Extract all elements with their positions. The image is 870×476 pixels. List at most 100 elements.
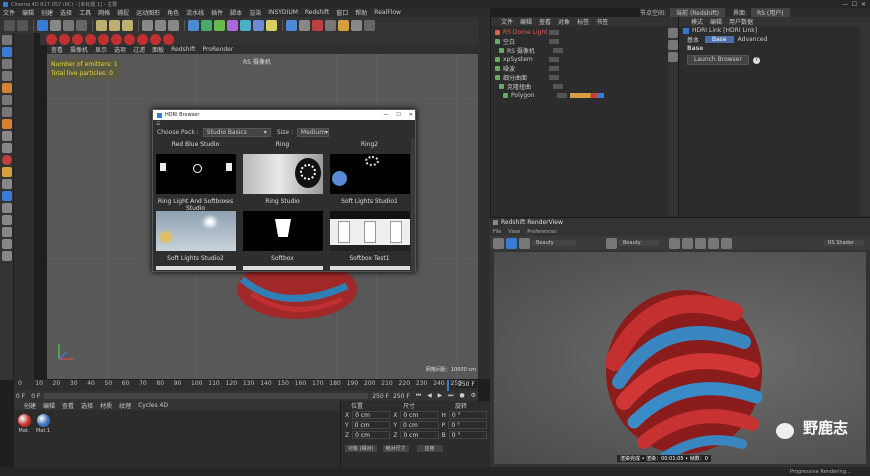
tab-basic[interactable]: 基本 bbox=[687, 35, 699, 44]
main-menu-item[interactable]: 创建 bbox=[41, 8, 53, 17]
paint-icon[interactable] bbox=[1, 167, 12, 177]
hdri-browser-menu-icon[interactable]: ☰ bbox=[153, 120, 415, 127]
visibility-toggle-icon[interactable] bbox=[549, 39, 559, 44]
material-item[interactable]: Mat. bbox=[16, 414, 32, 434]
material-menu-item[interactable]: 编辑 bbox=[43, 401, 55, 410]
rs-volume-icon[interactable] bbox=[137, 33, 148, 45]
timeline-end-marker[interactable] bbox=[447, 380, 449, 391]
object-row[interactable]: 克隆扭曲 bbox=[495, 82, 678, 91]
visibility-toggle-icon[interactable] bbox=[549, 75, 559, 80]
aov-dropdown[interactable]: Beauty bbox=[532, 240, 576, 246]
material-menu-item[interactable]: 材质 bbox=[100, 401, 112, 410]
points-mode-icon[interactable] bbox=[1, 59, 12, 69]
main-menu-item[interactable]: 网格 bbox=[98, 8, 110, 17]
scene-icon[interactable] bbox=[253, 19, 264, 31]
object-name[interactable]: xpSystem bbox=[503, 56, 549, 63]
viewport-menu-item[interactable]: 选项 bbox=[114, 45, 126, 54]
rs-light-icon[interactable] bbox=[72, 33, 83, 45]
material-tags-icon[interactable] bbox=[570, 93, 604, 98]
object-manager-menu-item[interactable]: 查看 bbox=[539, 17, 551, 26]
edges-mode-icon[interactable] bbox=[1, 71, 12, 81]
object-row[interactable]: xpSystem bbox=[495, 55, 678, 64]
object-name[interactable]: RS Dome Light bbox=[503, 29, 549, 36]
rs-sun-icon[interactable] bbox=[98, 33, 109, 45]
redo-icon[interactable] bbox=[17, 19, 28, 31]
solo-icon[interactable] bbox=[1, 215, 12, 225]
end-frame-field[interactable]: 250 F bbox=[372, 393, 389, 400]
object-manager-menu-item[interactable]: 文件 bbox=[501, 17, 513, 26]
subdivision-icon[interactable] bbox=[214, 19, 225, 31]
undo-icon[interactable] bbox=[4, 19, 15, 31]
current-frame-field[interactable]: 0 F bbox=[16, 393, 25, 400]
start-frame-field[interactable]: 0 F bbox=[31, 393, 40, 400]
coordinate-field[interactable]: 0 cm bbox=[351, 421, 391, 429]
deformer-icon[interactable] bbox=[240, 19, 251, 31]
coordinate-field[interactable]: 0 cm bbox=[400, 411, 439, 419]
main-menu-item[interactable]: 工具 bbox=[79, 8, 91, 17]
object-row[interactable]: 细分曲面 bbox=[495, 73, 678, 82]
main-menu-item[interactable]: 窗口 bbox=[336, 8, 348, 17]
realflow-icon[interactable] bbox=[325, 19, 336, 31]
crop-icon[interactable] bbox=[695, 237, 706, 249]
hdri-thumb-ring-studio[interactable] bbox=[243, 211, 323, 251]
polygons-mode-icon[interactable] bbox=[1, 83, 12, 93]
axis-mode-icon[interactable] bbox=[1, 95, 12, 105]
tweak-icon[interactable] bbox=[1, 107, 12, 117]
visibility-toggle-icon[interactable] bbox=[553, 48, 563, 53]
hdri-thumb-soft-lights-studio2[interactable] bbox=[156, 266, 236, 270]
snap-icon[interactable] bbox=[1, 119, 12, 129]
render-start-icon[interactable] bbox=[493, 237, 504, 249]
size-mode-dropdown[interactable]: 绝对尺寸 bbox=[382, 444, 409, 452]
size-dropdown[interactable]: Medium ▾ bbox=[297, 127, 330, 137]
object-name[interactable]: RS 摄像机 bbox=[507, 46, 553, 55]
xp-icon[interactable] bbox=[299, 19, 310, 31]
visibility-toggle-icon[interactable] bbox=[553, 84, 563, 89]
viewport-menu-item[interactable]: 面板 bbox=[152, 45, 164, 54]
main-menu-item[interactable]: RealFlow bbox=[374, 9, 401, 16]
launch-browser-button[interactable]: Launch Browser bbox=[687, 55, 749, 65]
main-menu-item[interactable]: 渲染 bbox=[249, 8, 261, 17]
render-settings-icon[interactable] bbox=[168, 19, 179, 31]
snapshot-icon[interactable] bbox=[606, 237, 617, 249]
rs-shader-icon[interactable] bbox=[59, 33, 70, 45]
hdri-thumb-ring-light-softboxes[interactable] bbox=[156, 211, 236, 251]
visibility-toggle-icon[interactable] bbox=[549, 30, 559, 35]
viewport-menu-item[interactable]: 查看 bbox=[51, 45, 63, 54]
main-menu-item[interactable]: 运动图形 bbox=[136, 8, 160, 17]
pack-dropdown[interactable]: Studio Basics ▾ bbox=[202, 127, 271, 137]
rotate-icon[interactable] bbox=[76, 19, 87, 31]
close-button[interactable]: ✕ bbox=[409, 112, 413, 118]
axis-y-icon[interactable] bbox=[109, 19, 120, 31]
misc-icon[interactable] bbox=[364, 19, 375, 31]
search-icon[interactable] bbox=[668, 40, 678, 50]
live-select-icon[interactable] bbox=[37, 19, 48, 31]
lock-icon[interactable] bbox=[1, 203, 12, 213]
texture-mode-icon[interactable] bbox=[1, 47, 12, 57]
coordinate-field[interactable]: 0 ° bbox=[448, 431, 487, 439]
object-name[interactable]: Polygon bbox=[511, 92, 557, 99]
object-manager-menu-item[interactable]: 标签 bbox=[577, 17, 589, 26]
main-menu-item[interactable]: 编辑 bbox=[22, 8, 34, 17]
redshift-icon[interactable] bbox=[312, 19, 323, 31]
render-view-icon[interactable] bbox=[155, 19, 166, 31]
workplane-icon[interactable] bbox=[1, 131, 12, 141]
main-menu-item[interactable]: 文件 bbox=[3, 8, 15, 17]
extra-2-icon[interactable] bbox=[1, 239, 12, 249]
attribute-menu-item[interactable]: 用户数据 bbox=[729, 17, 753, 26]
object-name[interactable]: 细分曲面 bbox=[503, 73, 549, 82]
timeline-ruler[interactable]: 250 F 0 10 20 30 40 50 60 70 80 90 100 110 120 130 140… bbox=[14, 380, 478, 391]
main-menu-item[interactable]: 流水线 bbox=[186, 8, 204, 17]
help-icon[interactable]: ? bbox=[752, 56, 760, 64]
material-menu-item[interactable]: 查看 bbox=[62, 401, 74, 410]
viewport-menu-item[interactable]: 显示 bbox=[95, 45, 107, 54]
axis-z-icon[interactable] bbox=[122, 19, 133, 31]
layers-icon[interactable] bbox=[668, 52, 678, 62]
hdri-scrollbar[interactable] bbox=[411, 138, 415, 272]
model-mode-icon[interactable] bbox=[1, 35, 12, 45]
light-icon[interactable] bbox=[266, 19, 277, 31]
object-manager-menu-item[interactable]: 书签 bbox=[596, 17, 608, 26]
render-view-menu-item[interactable]: Preferences bbox=[527, 229, 556, 235]
rs-material-icon[interactable] bbox=[46, 33, 57, 45]
hdri-thumb-ring[interactable] bbox=[243, 154, 323, 194]
object-manager-menu-item[interactable]: 编辑 bbox=[520, 17, 532, 26]
